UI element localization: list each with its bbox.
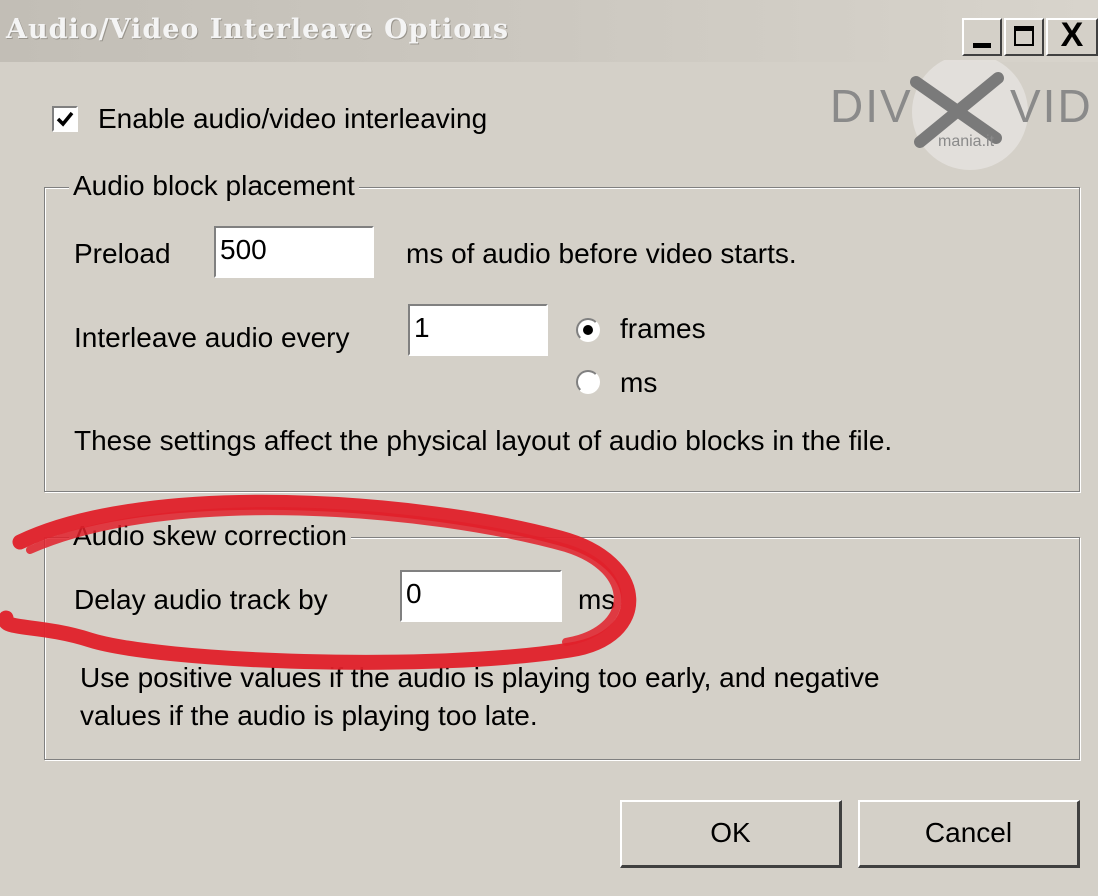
audio-block-placement-title: Audio block placement [69, 169, 359, 203]
interleave-input[interactable]: 1 [408, 304, 548, 356]
ms-radio-label: ms [620, 367, 658, 398]
minimize-icon [973, 43, 991, 48]
enable-interleave-label: Enable audio/video interleaving [98, 103, 488, 134]
ok-button[interactable]: OK [620, 800, 842, 868]
title-bar[interactable]: Audio/Video Interleave Options X [0, 0, 1098, 62]
skew-help-line1: Use positive values if the audio is play… [80, 662, 880, 693]
logo-subtext: mania.it [938, 133, 995, 150]
checkmark-icon [56, 111, 74, 127]
skew-help-line2: values if the audio is playing too late. [80, 700, 538, 731]
window-title: Audio/Video Interleave Options [6, 14, 510, 45]
delay-label: Delay audio track by [74, 584, 328, 615]
audio-skew-correction-title: Audio skew correction [69, 519, 351, 553]
enable-interleave-row[interactable]: Enable audio/video interleaving [52, 103, 487, 135]
close-button[interactable]: X [1046, 18, 1098, 56]
frames-radio[interactable] [576, 318, 600, 342]
radio-selected-dot [583, 325, 593, 335]
interleave-label: Interleave audio every [74, 322, 350, 353]
preload-label: Preload [74, 238, 171, 269]
close-icon: X [1060, 16, 1084, 54]
ms-radio[interactable] [576, 370, 600, 394]
preload-suffix: ms of audio before video starts. [406, 238, 797, 269]
delay-input[interactable]: 0 [400, 570, 562, 622]
cancel-button[interactable]: Cancel [858, 800, 1080, 868]
minimize-button[interactable] [962, 18, 1002, 56]
placement-note: These settings affect the physical layou… [74, 425, 893, 456]
enable-interleave-checkbox[interactable] [52, 106, 78, 132]
divxvid-logo: DIV VID mania.it [830, 60, 1093, 170]
maximize-icon [1014, 26, 1034, 46]
frames-radio-label: frames [620, 313, 706, 344]
preload-input[interactable]: 500 [214, 226, 374, 278]
maximize-button[interactable] [1004, 18, 1044, 56]
logo-text-right: VID [1010, 80, 1093, 132]
delay-unit: ms [578, 584, 616, 615]
logo-text-left: DIV [830, 80, 913, 132]
